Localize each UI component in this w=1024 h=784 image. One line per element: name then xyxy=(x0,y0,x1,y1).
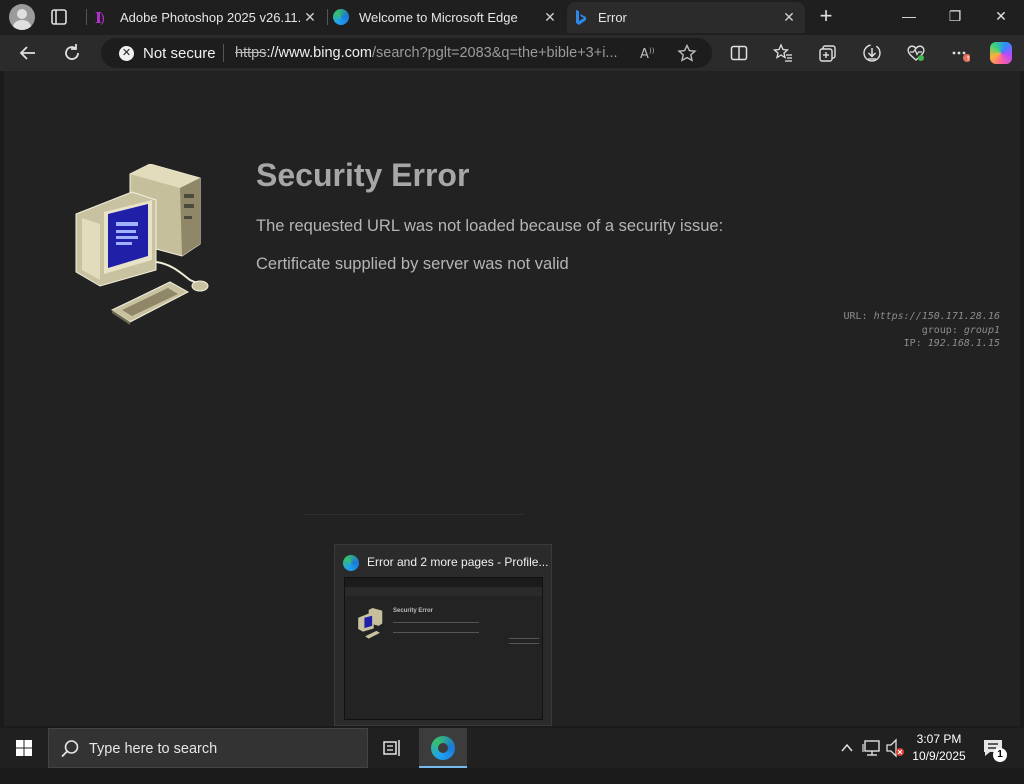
notification-badge: 1 xyxy=(993,748,1007,762)
collections-icon[interactable] xyxy=(818,43,838,63)
favorite-star-icon[interactable] xyxy=(677,43,697,62)
search-icon xyxy=(61,740,79,758)
error-message: The requested URL was not loaded because… xyxy=(256,217,724,235)
address-bar[interactable]: ✕ Not secure https://www.bing.com/search… xyxy=(101,38,712,68)
profile-avatar[interactable] xyxy=(9,4,35,30)
bing-icon xyxy=(575,10,587,29)
maximize-button[interactable]: ❐ xyxy=(932,0,978,33)
network-button[interactable] xyxy=(861,728,883,768)
not-secure-icon: ✕ xyxy=(119,46,134,61)
volume-button[interactable] xyxy=(884,728,906,768)
svg-text:↑: ↑ xyxy=(966,56,971,63)
windows-logo-icon xyxy=(16,740,32,756)
detail-group: group: group1 xyxy=(921,324,1000,336)
preview-thumbnail[interactable]: Security Error xyxy=(344,577,543,720)
volume-muted-icon xyxy=(886,738,904,758)
clock[interactable]: 3:07 PM 10/9/2025 xyxy=(908,731,970,765)
url-path: /search?pglt=2083&q=the+bible+3+i... xyxy=(372,45,618,61)
split-screen-icon[interactable] xyxy=(729,43,749,63)
error-title: Security Error xyxy=(256,157,470,193)
search-placeholder: Type here to search xyxy=(89,741,218,757)
edge-icon xyxy=(343,555,359,571)
downloads-icon[interactable] xyxy=(862,43,882,63)
detail-url: URL: https://150.171.28.16 xyxy=(843,311,1000,322)
svg-text:): ) xyxy=(100,12,105,25)
new-tab-button[interactable]: + xyxy=(815,5,837,28)
tab-close-button[interactable]: ✕ xyxy=(781,9,797,25)
taskbar-search[interactable]: Type here to search xyxy=(48,728,368,768)
network-icon xyxy=(862,740,880,756)
computer-illustration xyxy=(72,163,212,329)
thumbnail-address-bar xyxy=(345,587,542,596)
task-view-icon xyxy=(383,740,400,756)
chevron-up-icon xyxy=(841,743,853,752)
settings-more-icon[interactable]: ↑ xyxy=(950,43,971,63)
thumbnail-page: Security Error xyxy=(345,596,542,719)
security-label: Not secure xyxy=(143,45,216,62)
back-button[interactable] xyxy=(16,41,40,65)
taskbar-window-preview[interactable]: Error and 2 more pages - Profile... Secu… xyxy=(334,544,552,726)
thumbnail-tab-strip xyxy=(345,578,542,587)
edge-icon xyxy=(431,736,455,760)
svg-text:A: A xyxy=(640,47,649,62)
detail-ip: IP: 192.168.1.15 xyxy=(903,338,1000,349)
read-aloud-icon[interactable]: A)) xyxy=(639,44,659,62)
url-text[interactable]: https://www.bing.com/search?pglt=2083&q=… xyxy=(235,45,620,61)
close-window-button[interactable]: ✕ xyxy=(978,0,1024,33)
tab-label: Adobe Photoshop 2025 v26.11.0. xyxy=(120,10,300,25)
refresh-icon xyxy=(65,44,79,60)
browser-essentials-icon[interactable] xyxy=(906,43,926,63)
minimize-button[interactable]: — xyxy=(886,0,932,33)
clock-time: 3:07 PM xyxy=(916,732,962,746)
task-view-button[interactable] xyxy=(381,737,403,759)
tab-label: Error xyxy=(598,10,627,25)
tab-error[interactable]: Error ✕ xyxy=(567,2,805,33)
copilot-icon[interactable] xyxy=(990,42,1012,64)
preview-title: Error and 2 more pages - Profile... xyxy=(367,555,549,569)
clock-date: 10/9/2025 xyxy=(912,749,966,763)
thumbnail-text-line xyxy=(393,632,479,633)
edge-icon xyxy=(333,9,349,25)
toolbar: ✕ Not secure https://www.bing.com/search… xyxy=(0,35,1024,71)
url-host: ://www.bing.com xyxy=(266,45,373,61)
photoshop-icon: I) xyxy=(92,9,108,27)
tab-close-button[interactable]: ✕ xyxy=(302,9,318,25)
site-info-button[interactable]: ✕ Not secure xyxy=(119,45,216,62)
taskbar: Type here to search 3:07 PM 10/9/2025 1 xyxy=(0,728,1024,768)
back-arrow-icon xyxy=(19,46,35,60)
thumbnail-title: Security Error xyxy=(393,608,434,614)
tab-welcome-edge[interactable]: Welcome to Microsoft Edge ✕ xyxy=(328,2,566,33)
tab-photoshop[interactable]: I) Adobe Photoshop 2025 v26.11.0. ✕ xyxy=(88,2,326,33)
taskbar-edge-button[interactable] xyxy=(419,728,467,768)
tab-close-button[interactable]: ✕ xyxy=(542,9,558,25)
tab-label: Welcome to Microsoft Edge xyxy=(359,10,518,25)
error-reason: Certificate supplied by server was not v… xyxy=(256,255,569,273)
thumbnail-details xyxy=(509,638,539,644)
tab-actions-icon[interactable] xyxy=(48,7,70,27)
url-protocol: https xyxy=(235,45,267,61)
start-button[interactable] xyxy=(0,728,48,768)
tab-strip: I) Adobe Photoshop 2025 v26.11.0. ✕ Welc… xyxy=(0,0,1024,35)
thumbnail-computer-icon xyxy=(358,608,383,639)
thumbnail-text-line xyxy=(393,622,479,623)
show-hidden-icons-button[interactable] xyxy=(837,728,857,768)
error-details: URL: https://150.171.28.16 group: group1… xyxy=(843,310,1000,351)
divider xyxy=(304,514,524,515)
favorites-icon[interactable] xyxy=(772,43,793,63)
svg-text:)): )) xyxy=(649,47,655,55)
refresh-button[interactable] xyxy=(60,41,84,65)
